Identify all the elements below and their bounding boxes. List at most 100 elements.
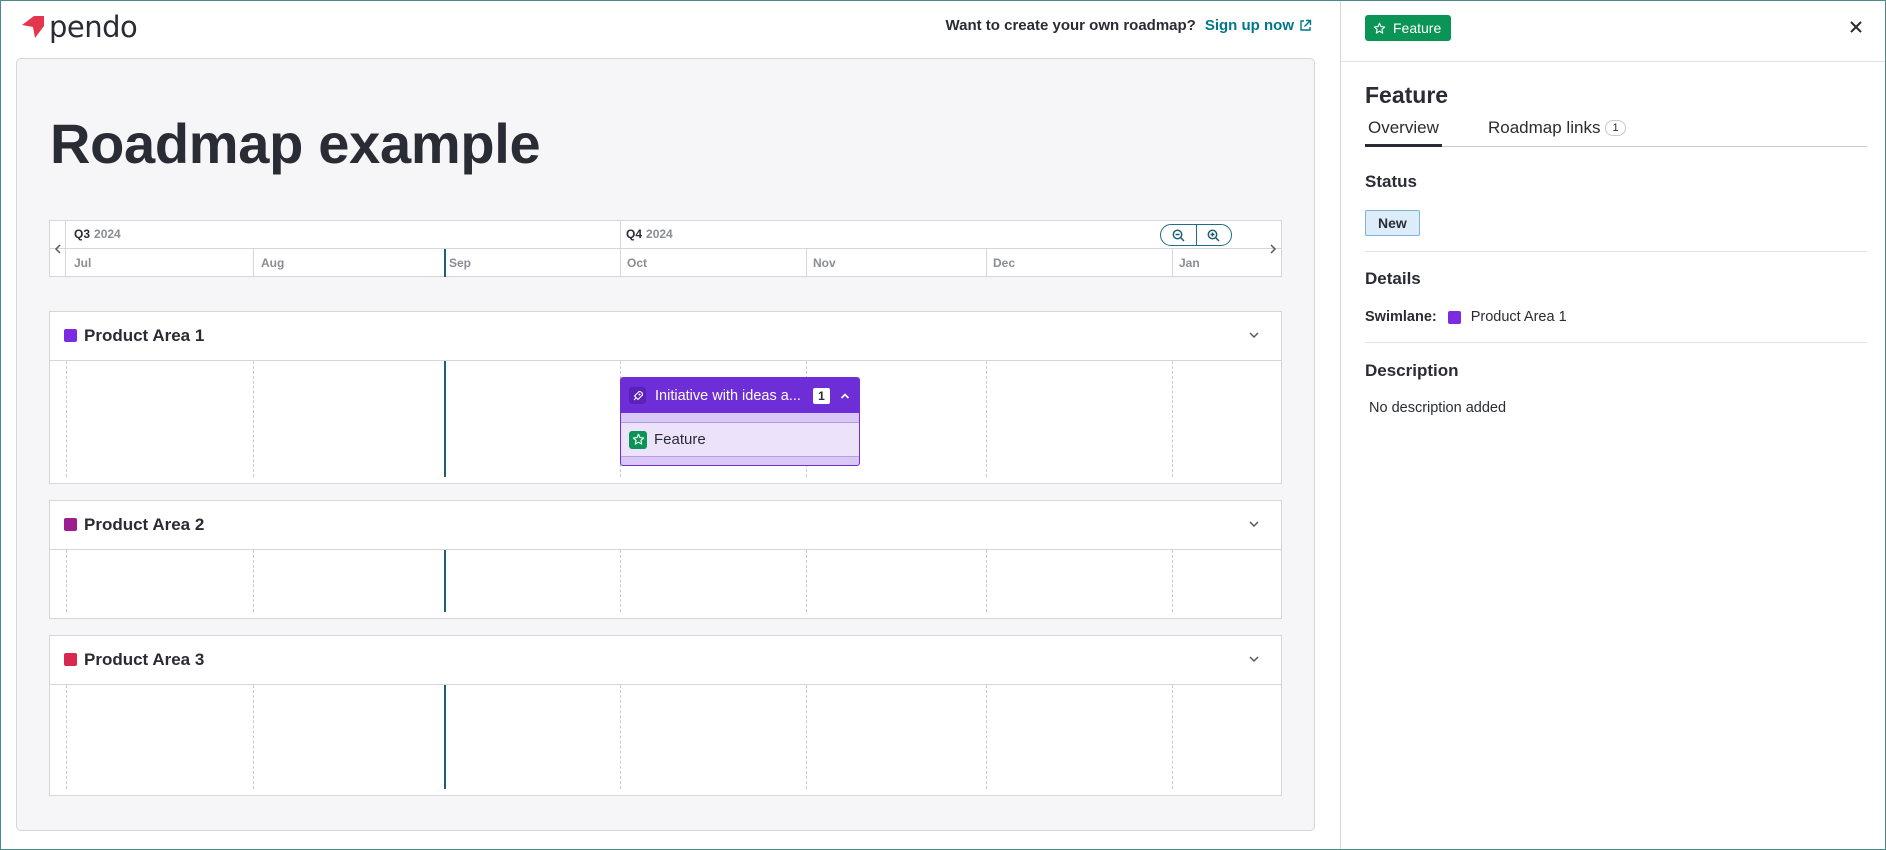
- grid-line: [806, 550, 807, 612]
- today-line: [444, 550, 446, 612]
- swimlane-body: [50, 550, 1281, 618]
- quarter-year: 2024: [646, 227, 673, 241]
- feature-label: Feature: [654, 431, 706, 448]
- swimlane-name: Product Area 2: [84, 515, 205, 534]
- grid-line: [66, 685, 67, 789]
- description-text: No description added: [1369, 400, 1507, 416]
- quarter-divider: [620, 221, 621, 277]
- logo-text: pendo: [49, 10, 138, 44]
- panel-header: Feature: [1341, 0, 1886, 62]
- zoom-in-button[interactable]: [1195, 225, 1232, 245]
- sign-up-link[interactable]: Sign up now: [1205, 17, 1312, 34]
- chevron-down-icon[interactable]: [1247, 652, 1261, 666]
- swimlane-color-swatch: [64, 518, 77, 531]
- star-icon: [629, 430, 647, 449]
- swimlane-header[interactable]: Product Area 1: [50, 312, 1281, 361]
- grid-line: [253, 361, 254, 477]
- page-title: Roadmap example: [50, 112, 541, 175]
- zoom-controls: [1160, 224, 1232, 246]
- status-heading: Status: [1365, 172, 1417, 191]
- top-bar: pendo Want to create your own roadmap? S…: [0, 0, 1340, 56]
- swimlane-name: Product Area 3: [84, 650, 205, 669]
- zoom-out-button[interactable]: [1161, 225, 1196, 245]
- cta-text: Want to create your own roadmap?: [945, 17, 1196, 34]
- pendo-logo-icon: [22, 16, 44, 38]
- chevron-left-icon: [54, 244, 61, 254]
- grid-line: [620, 685, 621, 789]
- month-label: Nov: [813, 256, 836, 270]
- swimlane-name: Product Area 1: [84, 326, 205, 345]
- item-title: Feature: [1365, 82, 1449, 108]
- item-type-label: Feature: [1393, 20, 1442, 36]
- details-heading: Details: [1365, 269, 1421, 288]
- description-heading: Description: [1365, 361, 1459, 380]
- sign-up-link-label: Sign up now: [1204, 17, 1294, 34]
- grid-line: [620, 550, 621, 612]
- grid-line: [986, 361, 987, 477]
- swimlane-header[interactable]: Product Area 2: [50, 501, 1281, 550]
- month-label: Oct: [627, 256, 648, 270]
- feature-item[interactable]: Feature: [621, 422, 859, 457]
- month-label: Dec: [993, 256, 1016, 270]
- month-divider: [806, 249, 807, 277]
- swimlane-color-swatch: [1447, 310, 1461, 324]
- divider: [1365, 342, 1867, 343]
- timeline-prev-button[interactable]: [50, 221, 66, 277]
- pendo-logo[interactable]: pendo: [20, 10, 138, 44]
- today-line: [444, 685, 446, 789]
- month-divider: [986, 249, 987, 277]
- divider: [1365, 251, 1867, 252]
- star-icon: [1373, 22, 1386, 34]
- quarter-label: Q4 2024: [626, 227, 673, 241]
- external-link-icon: [1300, 19, 1312, 31]
- tab-roadmap-links[interactable]: Roadmap links 1: [1488, 118, 1626, 147]
- roadmap-canvas: Roadmap example Q3 2024 Q4 2024 Jul Aug …: [16, 58, 1315, 831]
- close-icon[interactable]: [1848, 19, 1864, 35]
- chevron-down-icon[interactable]: [1247, 328, 1261, 342]
- tab-label: Overview: [1368, 118, 1439, 137]
- grid-line: [66, 550, 67, 612]
- swimlane-color-swatch: [64, 329, 77, 342]
- month-divider: [1172, 249, 1173, 277]
- tab-overview[interactable]: Overview: [1365, 118, 1442, 147]
- grid-line: [1172, 361, 1173, 477]
- tab-count-badge: 1: [1605, 120, 1626, 136]
- timeline-next-button[interactable]: [1265, 221, 1281, 277]
- month-row: Jul Aug Sep Oct Nov Dec Jan: [50, 249, 1281, 277]
- grid-line: [1172, 550, 1173, 612]
- zoom-in-icon: [1207, 229, 1220, 242]
- initiative-title: Initiative with ideas a...: [655, 387, 801, 404]
- quarter-label: Q3 2024: [74, 227, 121, 241]
- chevron-down-icon[interactable]: [1247, 517, 1261, 531]
- swimlane-product-area-2: Product Area 2: [49, 500, 1282, 619]
- swimlane-header[interactable]: Product Area 3: [50, 636, 1281, 685]
- detail-panel: Feature Feature Overview Roadmap links 1 …: [1340, 0, 1886, 850]
- swimlane-value: Product Area 1: [1470, 309, 1567, 325]
- quarter-row: Q3 2024 Q4 2024: [50, 221, 1281, 249]
- item-type-badge: Feature: [1365, 15, 1452, 41]
- grid-line: [66, 361, 67, 477]
- status-badge[interactable]: New: [1365, 210, 1420, 236]
- swimlane-product-area-1: Product Area 1 Initiative with ideas a..…: [49, 311, 1282, 484]
- swimlane-key: Swimlane:: [1365, 309, 1437, 325]
- month-label: Jul: [74, 256, 92, 270]
- swimlane-product-area-3: Product Area 3: [49, 635, 1282, 796]
- chevron-up-icon[interactable]: [839, 390, 851, 402]
- tab-label: Roadmap links: [1488, 118, 1601, 137]
- grid-line: [986, 685, 987, 789]
- panel-tabs: Overview Roadmap links 1: [1365, 118, 1867, 147]
- grid-line: [253, 550, 254, 612]
- quarter-year: 2024: [94, 227, 121, 241]
- zoom-out-icon: [1172, 229, 1185, 242]
- roadmap-area: pendo Want to create your own roadmap? S…: [0, 0, 1340, 850]
- swimlane-body: [50, 685, 1281, 795]
- initiative-card[interactable]: Initiative with ideas a... 1 Feature: [620, 377, 860, 466]
- grid-line: [986, 550, 987, 612]
- month-label: Aug: [261, 256, 285, 270]
- timeline-header: Q3 2024 Q4 2024 Jul Aug Sep Oct Nov Dec …: [49, 220, 1282, 277]
- grid-line: [1172, 685, 1173, 789]
- initiative-header[interactable]: Initiative with ideas a... 1: [621, 378, 859, 413]
- swimlane-body: Initiative with ideas a... 1 Feature: [50, 361, 1281, 483]
- swimlane-detail: Swimlane: Product Area 1: [1365, 309, 1567, 325]
- month-label: Sep: [449, 256, 472, 270]
